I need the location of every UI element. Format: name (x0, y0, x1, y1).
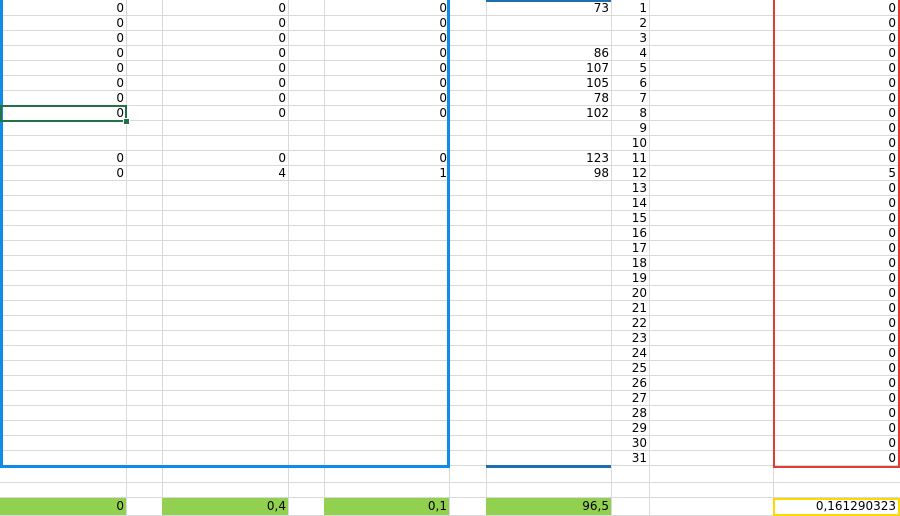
summary-cell-highlight (773, 498, 900, 516)
cell-h-row-10[interactable]: 10 (611, 136, 649, 151)
cell-g-row-12[interactable]: 98 (486, 166, 611, 181)
cell-h-row-22[interactable]: 22 (611, 316, 649, 331)
cell-h-row-1[interactable]: 1 (611, 1, 649, 16)
cell-h-row-21[interactable]: 21 (611, 301, 649, 316)
summary-cell-e[interactable]: 0,1 (324, 498, 449, 515)
cell-g-row-25[interactable] (486, 361, 611, 376)
cell-h-row-13[interactable]: 13 (611, 181, 649, 196)
summary-cell-g[interactable]: 96,5 (486, 498, 611, 515)
cell-g-row-19[interactable] (486, 271, 611, 286)
cell-h-row-26[interactable]: 26 (611, 376, 649, 391)
cell-g-row-3[interactable] (486, 31, 611, 46)
cell-h-row-2[interactable]: 2 (611, 16, 649, 31)
fill-handle[interactable] (123, 118, 130, 125)
cell-g-row-17[interactable] (486, 241, 611, 256)
cell-h-row-5[interactable]: 5 (611, 61, 649, 76)
cell-g-row-22[interactable] (486, 316, 611, 331)
summary-cell-a[interactable]: 0 (0, 498, 126, 515)
cell-h-row-18[interactable]: 18 (611, 256, 649, 271)
cell-g-row-30[interactable] (486, 436, 611, 451)
active-cell-a8[interactable] (0, 105, 127, 122)
summary-cell-c[interactable]: 0,4 (162, 498, 288, 515)
spreadsheet-grid[interactable]: 0 0 0 73 1 0 0 0 0 2 0 0 0 0 3 0 0 0 0 86 4 0 0 0 0 107 5 0 0 0 0 105 6 0… (0, 0, 900, 516)
cell-g-row-1[interactable]: 73 (486, 1, 611, 16)
cell-h-row-25[interactable]: 25 (611, 361, 649, 376)
row-gridline (0, 482, 900, 483)
cell-g-row-13[interactable] (486, 181, 611, 196)
row-gridline (0, 497, 900, 498)
cell-h-row-14[interactable]: 14 (611, 196, 649, 211)
cell-h-row-12[interactable]: 12 (611, 166, 649, 181)
cell-h-row-15[interactable]: 15 (611, 211, 649, 226)
cell-g-row-18[interactable] (486, 256, 611, 271)
cell-h-row-4[interactable]: 4 (611, 46, 649, 61)
cell-g-row-27[interactable] (486, 391, 611, 406)
cell-h-row-20[interactable]: 20 (611, 286, 649, 301)
cell-h-row-9[interactable]: 9 (611, 121, 649, 136)
cell-h-row-23[interactable]: 23 (611, 331, 649, 346)
cell-g-row-31[interactable] (486, 451, 611, 466)
cell-h-row-16[interactable]: 16 (611, 226, 649, 241)
cell-g-row-20[interactable] (486, 286, 611, 301)
cell-g-row-10[interactable] (486, 136, 611, 151)
cell-h-row-8[interactable]: 8 (611, 106, 649, 121)
cell-g-row-16[interactable] (486, 226, 611, 241)
cell-g-row-29[interactable] (486, 421, 611, 436)
range-top-dark-blue (486, 0, 611, 2)
cell-h-row-11[interactable]: 11 (611, 151, 649, 166)
column-gridline (649, 0, 650, 516)
cell-g-row-9[interactable] (486, 121, 611, 136)
cell-h-row-30[interactable]: 30 (611, 436, 649, 451)
cell-g-row-26[interactable] (486, 376, 611, 391)
cell-h-row-29[interactable]: 29 (611, 421, 649, 436)
cell-g-row-24[interactable] (486, 346, 611, 361)
cell-g-row-6[interactable]: 105 (486, 76, 611, 91)
cell-h-row-6[interactable]: 6 (611, 76, 649, 91)
cell-g-row-28[interactable] (486, 406, 611, 421)
selected-range-red (773, 0, 900, 468)
cell-g-row-5[interactable]: 107 (486, 61, 611, 76)
cell-h-row-27[interactable]: 27 (611, 391, 649, 406)
cell-g-row-2[interactable] (486, 16, 611, 31)
cell-g-row-21[interactable] (486, 301, 611, 316)
cell-h-row-19[interactable]: 19 (611, 271, 649, 286)
cell-h-row-24[interactable]: 24 (611, 346, 649, 361)
cell-h-row-31[interactable]: 31 (611, 451, 649, 466)
cell-h-row-7[interactable]: 7 (611, 91, 649, 106)
selected-range-blue (0, 0, 450, 468)
cell-h-row-17[interactable]: 17 (611, 241, 649, 256)
cell-g-row-4[interactable]: 86 (486, 46, 611, 61)
cell-g-row-14[interactable] (486, 196, 611, 211)
cell-g-row-11[interactable]: 123 (486, 151, 611, 166)
range-bottom-dark-blue (486, 465, 611, 468)
cell-g-row-7[interactable]: 78 (486, 91, 611, 106)
cell-h-row-3[interactable]: 3 (611, 31, 649, 46)
cell-h-row-28[interactable]: 28 (611, 406, 649, 421)
cell-g-row-23[interactable] (486, 331, 611, 346)
cell-g-row-8[interactable]: 102 (486, 106, 611, 121)
cell-g-row-15[interactable] (486, 211, 611, 226)
